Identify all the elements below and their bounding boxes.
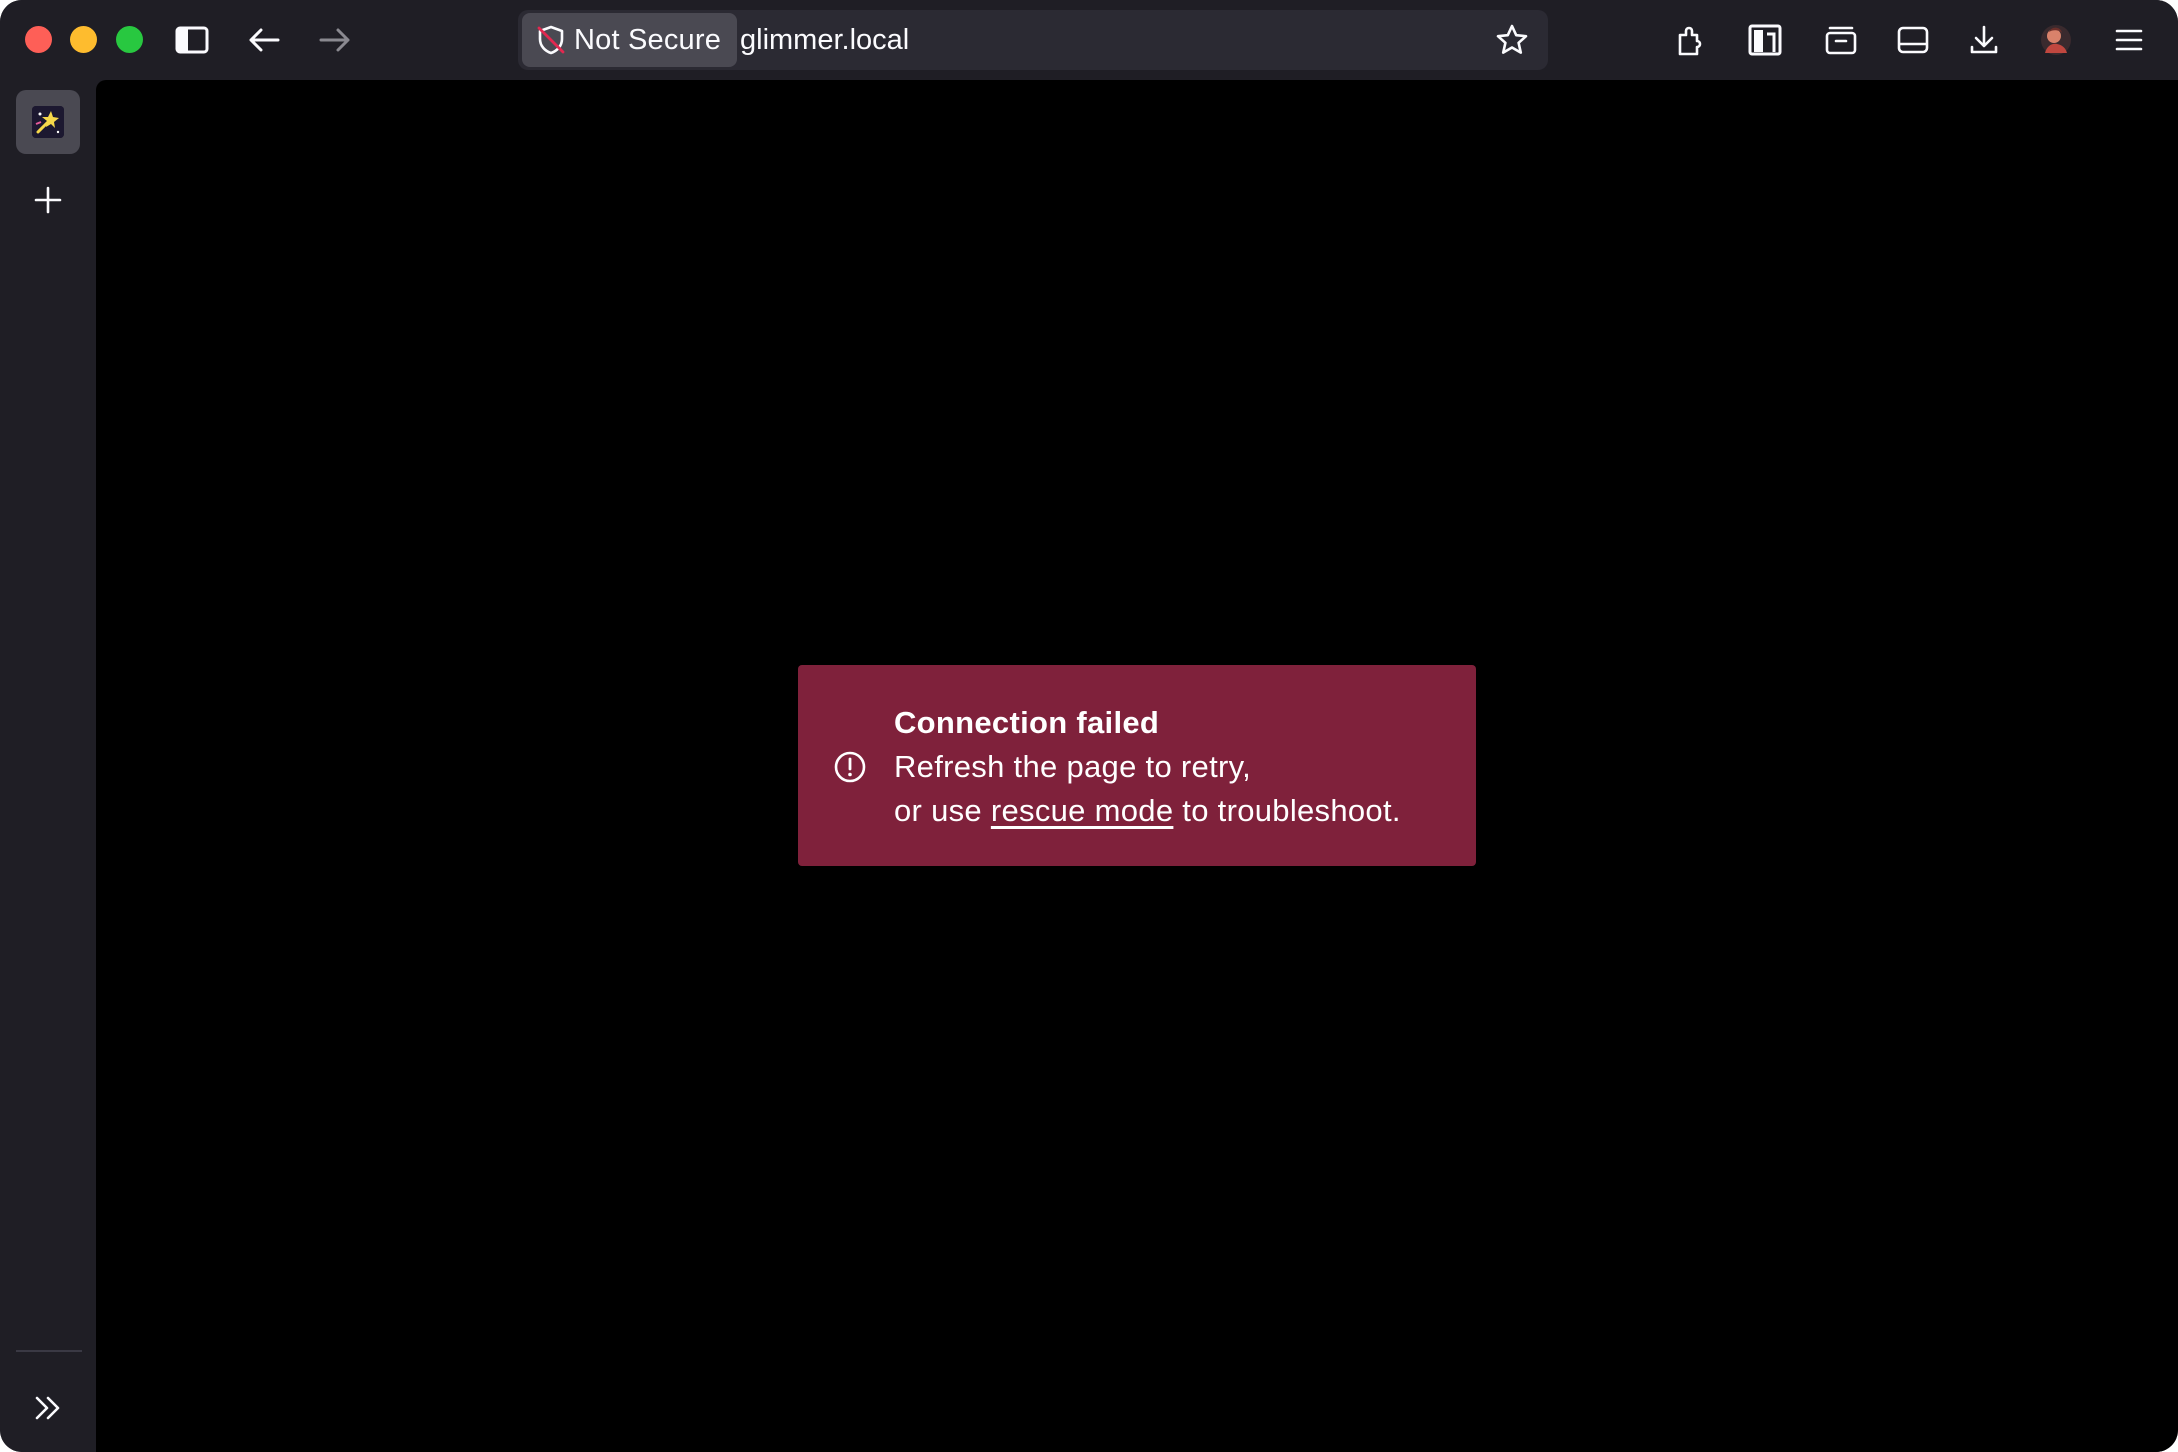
- rescue-mode-link[interactable]: rescue mode: [991, 793, 1174, 828]
- panel-button[interactable]: [1891, 18, 1935, 62]
- tab-manager-button[interactable]: [1819, 18, 1863, 62]
- panel-icon: [1897, 26, 1929, 54]
- error-line-2: or use rescue mode to troubleshoot.: [894, 789, 1401, 833]
- site-security-button[interactable]: Not Secure: [522, 13, 738, 67]
- star-icon: [1496, 24, 1528, 54]
- library-icon: [1748, 24, 1782, 56]
- arrow-right-icon: [319, 28, 350, 52]
- account-button[interactable]: [2034, 18, 2078, 62]
- connection-error-banner: Connection failed Refresh the page to re…: [798, 665, 1476, 866]
- browser-window: Not Secure glimmer.local Connection fail…: [0, 0, 2178, 1452]
- page-content: Connection failed Refresh the page to re…: [96, 80, 2178, 1452]
- downloads-button[interactable]: [1962, 18, 2006, 62]
- sidebar-divider: [16, 1350, 82, 1352]
- error-title: Connection failed: [894, 705, 1160, 740]
- tabs-icon: [1825, 26, 1857, 55]
- bookmark-button[interactable]: [1490, 18, 1534, 62]
- maximize-window-button[interactable]: [116, 26, 143, 53]
- title-bar: Not Secure glimmer.local: [0, 0, 2178, 80]
- avatar: [2041, 25, 2071, 55]
- download-icon: [1970, 25, 1998, 54]
- error-line-2-suffix: to troubleshoot.: [1173, 793, 1401, 828]
- close-window-button[interactable]: [25, 26, 52, 53]
- sidebar-tab-glimmer[interactable]: [16, 90, 80, 154]
- arrow-left-icon: [249, 28, 280, 52]
- address-bar[interactable]: Not Secure glimmer.local: [518, 10, 1548, 70]
- url-text[interactable]: glimmer.local: [740, 10, 909, 70]
- hamburger-menu-icon: [2115, 29, 2143, 51]
- glimmer-favicon: [32, 106, 64, 138]
- plus-icon: [34, 186, 62, 214]
- alert-circle-icon: [834, 751, 866, 783]
- app-menu-button[interactable]: [2107, 18, 2151, 62]
- minimize-window-button[interactable]: [70, 26, 97, 53]
- back-button[interactable]: [242, 18, 286, 62]
- puzzle-icon: [1678, 26, 1702, 56]
- vertical-tabs-sidebar: [0, 80, 96, 1452]
- forward-button[interactable]: [313, 18, 357, 62]
- shield-slash-icon: [536, 24, 566, 56]
- new-tab-button[interactable]: [24, 176, 72, 224]
- expand-sidebar-button[interactable]: [24, 1384, 72, 1432]
- not-secure-label: Not Secure: [574, 23, 722, 56]
- sidebar-icon: [175, 26, 209, 54]
- chevron-double-right-icon: [35, 1396, 60, 1420]
- error-line-2-prefix: or use: [894, 793, 991, 828]
- library-button[interactable]: [1743, 18, 1787, 62]
- error-line-1: Refresh the page to retry,: [894, 749, 1252, 784]
- error-message: Connection failed Refresh the page to re…: [894, 701, 1401, 833]
- sidebar-toggle-button[interactable]: [170, 18, 214, 62]
- extensions-button[interactable]: [1669, 18, 1713, 62]
